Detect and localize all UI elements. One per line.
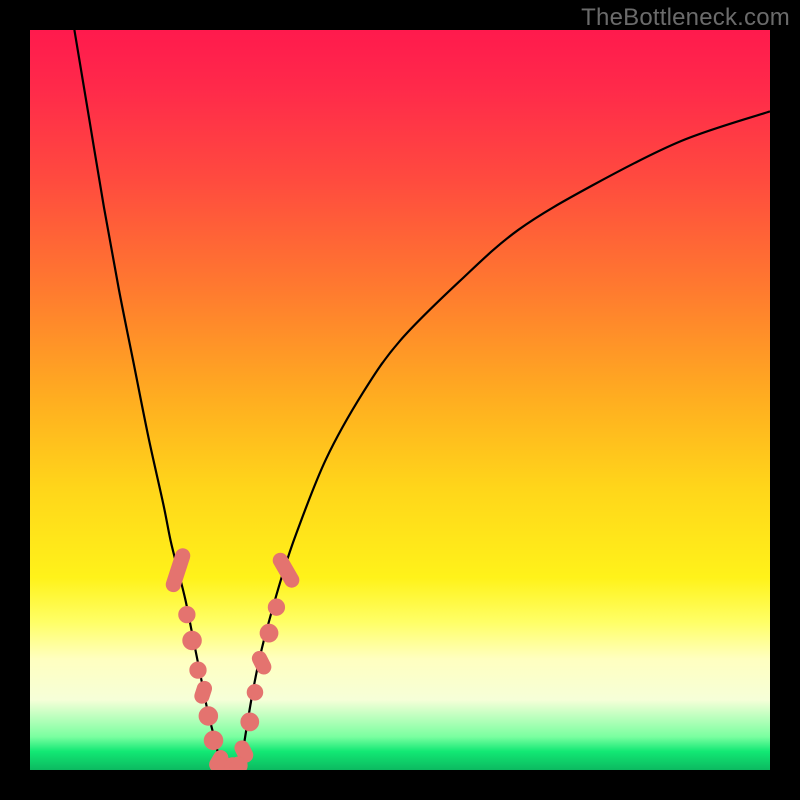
marker-pill xyxy=(271,551,302,590)
marker-pill xyxy=(250,649,273,677)
marker-circle xyxy=(247,685,263,701)
curve-left-branch xyxy=(74,30,221,766)
marker-circle xyxy=(230,757,247,770)
watermark-text: TheBottleneck.com xyxy=(581,4,790,32)
marker-pill xyxy=(164,547,191,594)
marker-circle xyxy=(241,713,259,731)
marker-circle xyxy=(179,606,195,622)
marker-pill xyxy=(193,680,213,706)
marker-circle xyxy=(199,707,218,726)
marker-circle xyxy=(183,631,202,650)
chart-frame xyxy=(30,30,770,770)
marker-circle xyxy=(204,731,223,750)
chart-overlay xyxy=(30,30,770,770)
marker-circle xyxy=(268,599,284,615)
marker-circle xyxy=(260,624,278,642)
marker-circle xyxy=(190,662,206,678)
curve-right-branch xyxy=(241,111,770,766)
